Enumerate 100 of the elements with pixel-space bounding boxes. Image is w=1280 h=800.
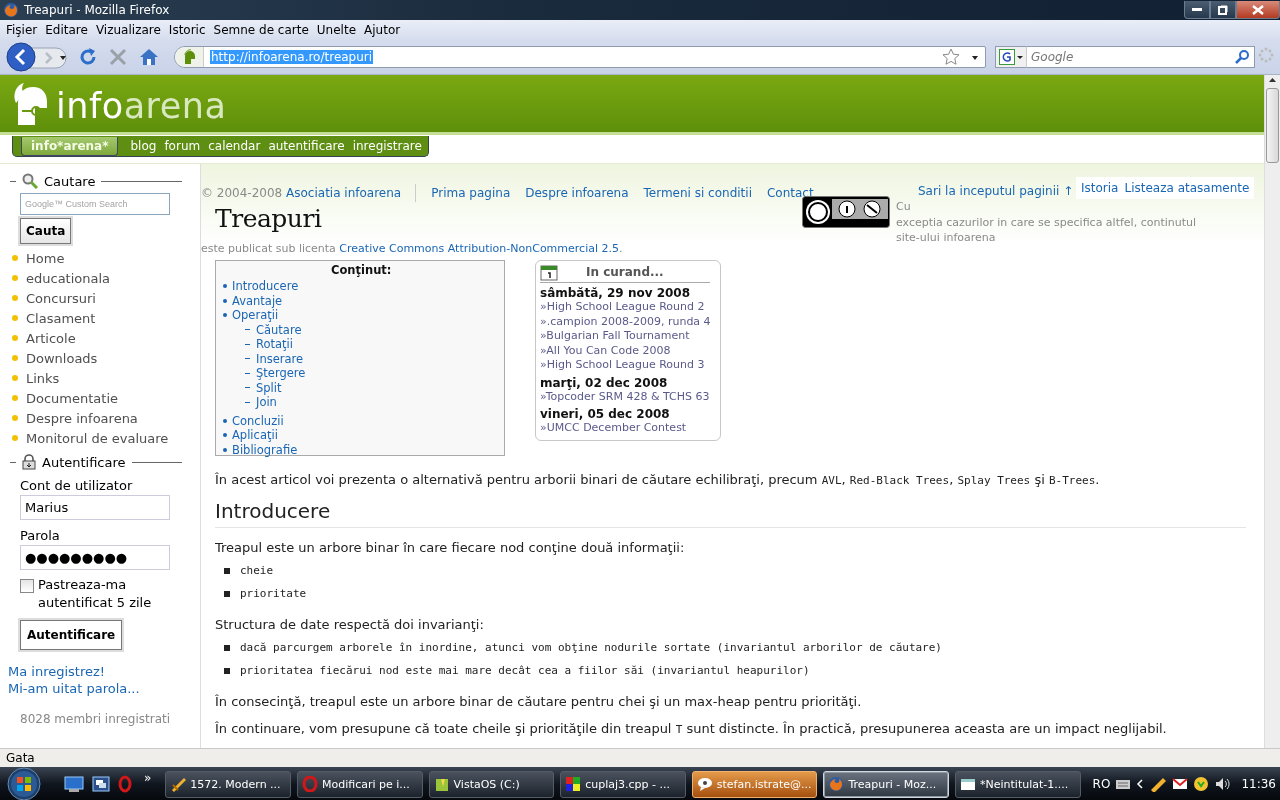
back-button-icon[interactable] <box>6 42 68 72</box>
footer-link[interactable]: Asociatia infoarena <box>286 186 402 200</box>
start-button-icon[interactable] <box>4 767 44 800</box>
bullet-icon <box>12 255 18 261</box>
nav-link[interactable]: Monitorul de evaluare <box>26 430 169 446</box>
event-link[interactable]: ».campion 2008-2009, runda 4 <box>540 314 720 329</box>
site-tab[interactable]: calendar <box>204 139 265 153</box>
minimize-button[interactable] <box>1184 1 1210 19</box>
keyboard-icon[interactable] <box>1115 778 1132 790</box>
taskbar-button[interactable]: *Neintitulat-1.... <box>955 770 1081 798</box>
scrollbar-thumb[interactable] <box>1266 88 1279 163</box>
menu-item[interactable]: Istoric <box>164 23 210 37</box>
license-link[interactable]: Creative Commons Attribution-NonCommercial 2.5 <box>339 242 619 255</box>
nav-link[interactable]: Links <box>26 370 60 386</box>
event-link[interactable]: »UMCC December Contest <box>540 421 720 436</box>
desktop-icon[interactable] <box>64 776 84 792</box>
status-text: Gata <box>6 751 35 765</box>
username-field[interactable]: Marius <box>20 495 170 520</box>
event-link[interactable]: »Bulgarian Fall Tournament <box>540 329 720 344</box>
close-button[interactable] <box>1236 1 1280 19</box>
opera-icon[interactable] <box>118 775 132 793</box>
event-date: vineri, 05 dec 2008 <box>540 407 671 421</box>
toc-link[interactable]: Ştergere <box>256 366 306 381</box>
toc-link[interactable]: Bibliografie <box>232 442 298 457</box>
taskbar-button[interactable]: cuplaj3.cpp - ... <box>560 770 686 798</box>
paragraph: Treapul este un arbore binar în care fiecare nod conţine două informaţii: <box>215 540 686 555</box>
link[interactable]: Mi-am uitat parola... <box>8 681 200 696</box>
nav-link[interactable]: Clasament <box>26 310 96 326</box>
toc-link[interactable]: Rotaţii <box>256 337 293 352</box>
footer-link[interactable]: Contact <box>767 186 814 200</box>
event-link[interactable]: »High School League Round 2 <box>540 300 720 315</box>
search-field[interactable]: Google™ Custom Search <box>20 193 170 215</box>
back-to-top-link[interactable]: Sari la inceputul paginii ↑ <box>918 184 1074 198</box>
menu-item[interactable]: Unelte <box>312 23 361 37</box>
taskbar-button[interactable]: stefan.istrate@... <box>691 770 818 798</box>
toc-link[interactable]: Aplicaţii <box>232 428 278 443</box>
toc-link[interactable]: Operaţii <box>232 308 279 323</box>
menu-item[interactable]: Editare <box>41 23 92 37</box>
menu-item[interactable]: Semne de carte <box>209 23 313 37</box>
search-engine-button[interactable] <box>995 46 1027 68</box>
remember-checkbox[interactable] <box>20 579 34 593</box>
menu-item[interactable]: Fişier <box>2 23 42 37</box>
taskbar-button[interactable]: Treapuri - Moz... <box>823 770 949 798</box>
site-tab[interactable]: forum <box>160 139 205 153</box>
volume-icon[interactable] <box>1214 776 1233 792</box>
site-tab[interactable]: inregistrare <box>348 139 426 153</box>
switch-windows-icon[interactable] <box>92 776 110 792</box>
home-icon[interactable] <box>138 47 160 67</box>
taskbar-button[interactable]: Modificari pe i... <box>296 770 423 798</box>
status-icon[interactable] <box>1193 776 1210 792</box>
nav-link[interactable]: Documentatie <box>26 390 119 406</box>
page-action-link[interactable]: Istoria <box>1081 181 1119 195</box>
site-tab[interactable]: autentificare <box>264 139 349 153</box>
search-field[interactable]: Google <box>1027 46 1255 68</box>
event-link[interactable]: »Topcoder SRM 428 & TCHS 63 <box>540 389 720 404</box>
footer-link[interactable]: Prima pagina <box>431 186 511 200</box>
toc-link[interactable]: Avantaje <box>232 293 283 308</box>
nav-link[interactable]: Concursuri <box>26 290 96 306</box>
member-count: 8028 membri inregistrati <box>20 712 172 726</box>
login-button[interactable]: Autentificare <box>20 620 123 650</box>
bullet-icon <box>223 447 227 452</box>
page-action-link[interactable]: Listeaza atasamente <box>1124 181 1250 195</box>
dropdown-caret-icon[interactable] <box>1017 54 1023 60</box>
bullet-icon <box>12 355 18 361</box>
toc-link[interactable]: Concluzii <box>232 413 284 428</box>
footer-link[interactable]: Despre infoarena <box>525 186 629 200</box>
bookmark-star-icon[interactable] <box>941 47 961 67</box>
menu-item[interactable]: Ajutor <box>360 23 405 37</box>
toc-link[interactable]: Join <box>256 395 277 410</box>
chevron-left-icon[interactable] <box>1136 778 1145 790</box>
language-indicator[interactable]: RO <box>1092 777 1111 791</box>
nav-link[interactable]: educationala <box>26 270 111 286</box>
nav-link[interactable]: Articole <box>26 330 76 346</box>
event-link[interactable]: »All You Can Code 2008 <box>540 343 720 358</box>
search-button[interactable]: Cauta <box>20 218 72 244</box>
password-field[interactable]: ●●●●●●●●● <box>20 545 170 570</box>
toc-link[interactable]: Inserare <box>256 351 304 366</box>
reload-icon[interactable] <box>78 47 98 67</box>
nav-link[interactable]: Downloads <box>26 350 98 366</box>
license-text: site-ului infoarena <box>896 230 997 246</box>
mail-icon[interactable] <box>1172 776 1189 792</box>
site-tab[interactable]: blog <box>126 139 161 153</box>
event-link[interactable]: »High School League Round 3 <box>540 358 720 373</box>
taskbar-button[interactable]: VistaOS (C:) <box>428 770 555 798</box>
link[interactable]: Ma inregistrez! <box>8 664 200 679</box>
menu-item[interactable]: Vizualizare <box>91 23 165 37</box>
nav-link[interactable]: Home <box>26 250 65 266</box>
restore-button[interactable] <box>1210 1 1236 19</box>
footer-link[interactable]: Termeni si conditii <box>643 186 752 200</box>
dropdown-caret-icon[interactable] <box>971 53 979 61</box>
firefox-icon <box>3 2 19 18</box>
scrollbar[interactable] <box>1264 75 1280 748</box>
google-g-icon[interactable] <box>999 49 1015 65</box>
toc-link[interactable]: Căutare <box>256 322 302 337</box>
nav-link[interactable]: Despre infoarena <box>26 410 138 426</box>
copyright-text: © 2004-2008 <box>201 186 284 200</box>
taskbar-button[interactable]: 1572. Modern ... <box>165 770 291 798</box>
toc-link[interactable]: Split <box>256 380 282 395</box>
overflow-chevron[interactable]: » <box>144 771 152 785</box>
toc-link[interactable]: Introducere <box>232 279 299 294</box>
